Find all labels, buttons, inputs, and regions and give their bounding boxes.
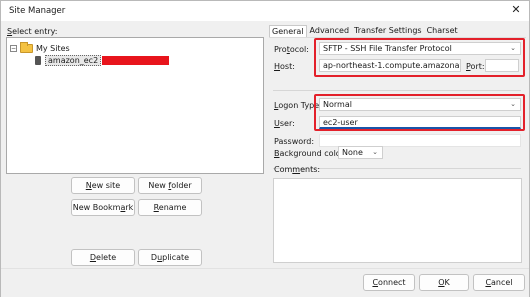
site-manager-window: Site Manager ✕ Select entry: − My Sites …	[0, 0, 530, 297]
tree-item-my-sites[interactable]: − My Sites	[10, 41, 70, 54]
new-site-button[interactable]: New site	[71, 177, 135, 194]
ok-button[interactable]: OK	[419, 274, 469, 291]
tree-item-label: My Sites	[36, 43, 70, 53]
select-entry-label: Select entry:	[7, 27, 58, 36]
settings-tabs: General Advanced Transfer Settings Chars…	[269, 25, 461, 37]
password-label: Password:	[274, 137, 315, 146]
bg-color-value: None	[342, 148, 363, 157]
rename-button[interactable]: Rename	[138, 199, 202, 216]
separator	[273, 90, 521, 91]
window-title: Site Manager	[9, 6, 66, 16]
protocol-label: Protocol:	[274, 45, 309, 54]
host-label: Host:	[274, 62, 295, 71]
bg-color-label: Background color:	[274, 149, 347, 158]
delete-button[interactable]: Delete	[71, 249, 135, 266]
tree-item-label: amazon_ec2	[45, 54, 102, 66]
collapse-icon[interactable]: −	[10, 44, 17, 52]
tree-item-amazon-ec2[interactable]: amazon_ec2	[35, 54, 170, 66]
comments-textarea[interactable]	[273, 178, 522, 263]
chevron-down-icon: ⌄	[372, 148, 378, 156]
comments-label: Comments:	[274, 165, 321, 174]
protocol-host-highlight-box	[314, 38, 525, 77]
folder-icon	[20, 41, 33, 53]
tab-advanced[interactable]: Advanced	[308, 25, 352, 37]
logon-user-highlight-box	[314, 94, 525, 131]
site-tree[interactable]: − My Sites amazon_ec2	[6, 37, 264, 174]
user-label: User:	[274, 119, 295, 128]
connect-button[interactable]: Connect	[363, 274, 415, 291]
cancel-button[interactable]: Cancel	[473, 274, 525, 291]
bg-color-select[interactable]: None ⌄	[338, 146, 383, 159]
new-folder-button[interactable]: New folder	[138, 177, 202, 194]
duplicate-button[interactable]: Duplicate	[138, 249, 202, 266]
tab-charset[interactable]: Charset	[425, 25, 460, 37]
close-icon[interactable]: ✕	[509, 3, 523, 17]
redaction-box	[102, 55, 170, 65]
tab-general[interactable]: General	[269, 25, 307, 37]
title-bar: Site Manager ✕	[1, 1, 529, 21]
tab-transfer-settings[interactable]: Transfer Settings	[352, 25, 424, 37]
new-bookmark-button[interactable]: New Bookmark	[71, 199, 135, 216]
server-icon	[35, 55, 41, 65]
